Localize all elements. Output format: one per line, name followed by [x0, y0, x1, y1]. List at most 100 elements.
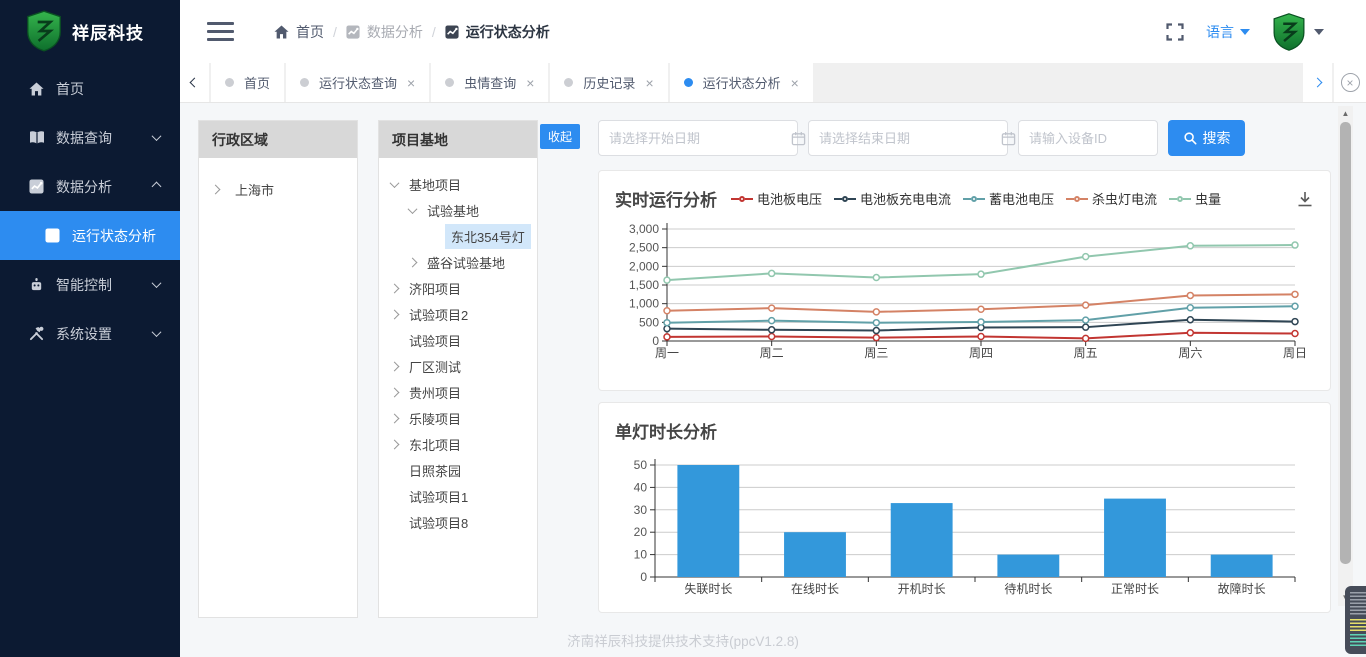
tree-node[interactable]: 盛谷试验基地: [379, 249, 537, 275]
tab-running-status-query[interactable]: 运行状态查询 ×: [286, 63, 429, 102]
user-avatar-dropdown[interactable]: [1272, 13, 1324, 51]
breadcrumb: 首页 / 数据分析 / 运行状态分析: [274, 22, 550, 42]
lamp-duration-bar-chart: 01020304050失联时长在线时长开机时长待机时长正常时长故障时长: [607, 453, 1330, 603]
sidebar-item-data-analysis[interactable]: 数据分析: [0, 162, 180, 211]
tree-node[interactable]: 东北项目: [379, 431, 537, 457]
main-content: 行政区域 上海市 项目基地 基地项目试验基地东北354号灯盛谷试验基地济阳项目试…: [180, 104, 1366, 657]
tree-node[interactable]: 厂区测试: [379, 353, 537, 379]
legend-item[interactable]: 蓄电池电压: [963, 189, 1054, 208]
language-dropdown[interactable]: 语言: [1206, 22, 1250, 42]
svg-text:开机时长: 开机时长: [898, 582, 946, 596]
robot-icon: [28, 276, 45, 293]
close-icon[interactable]: ×: [791, 76, 799, 90]
tree-node-label: 试验项目2: [409, 305, 468, 324]
start-date-input[interactable]: [598, 120, 798, 156]
chevron-down-icon: [152, 327, 162, 337]
breadcrumb-data-analysis[interactable]: 数据分析: [346, 22, 423, 42]
tab-home[interactable]: 首页: [211, 63, 284, 102]
legend-item[interactable]: 电池板电压: [731, 189, 822, 208]
tabs-scroll-left-button[interactable]: [180, 63, 209, 102]
caret-down-icon: [1240, 29, 1250, 35]
search-icon: [1183, 131, 1197, 145]
stripe-decoration: [1350, 634, 1366, 648]
sidebar-item-intelligent-control[interactable]: 智能控制: [0, 260, 180, 309]
tree-node-label: 上海市: [235, 180, 274, 199]
svg-text:周四: 周四: [969, 346, 993, 360]
top-header: 首页 / 数据分析 / 运行状态分析 语言: [180, 0, 1366, 63]
start-date-field[interactable]: [609, 131, 785, 146]
tab-history[interactable]: 历史记录 ×: [550, 63, 667, 102]
chevron-right-icon[interactable]: [409, 259, 423, 266]
brand-area[interactable]: 祥辰科技: [0, 0, 180, 62]
chevron-right-icon[interactable]: [391, 389, 405, 396]
search-button[interactable]: 搜索: [1168, 120, 1245, 156]
tree-node[interactable]: 乐陵项目: [379, 405, 537, 431]
hamburger-menu-icon[interactable]: [207, 22, 234, 41]
chevron-right-icon[interactable]: [391, 285, 405, 292]
end-date-field[interactable]: [819, 131, 995, 146]
tab-running-status-analysis[interactable]: 运行状态分析 ×: [670, 63, 813, 102]
close-icon[interactable]: ×: [526, 76, 534, 90]
calendar-icon: [1001, 131, 1016, 146]
tab-label: 历史记录: [583, 73, 635, 92]
sidebar-item-running-status-analysis[interactable]: 运行状态分析: [0, 211, 180, 260]
collapse-panel-button[interactable]: 收起: [540, 124, 580, 149]
tools-icon: [28, 325, 45, 342]
legend-label: 蓄电池电压: [989, 189, 1054, 208]
close-icon[interactable]: ×: [645, 76, 653, 90]
chevron-right-icon[interactable]: [391, 311, 405, 318]
chevron-right-icon[interactable]: [391, 441, 405, 448]
tree-node[interactable]: 东北354号灯: [379, 223, 537, 249]
tree-node[interactable]: 试验项目1: [379, 483, 537, 509]
chevron-down-icon[interactable]: [409, 207, 423, 214]
svg-text:50: 50: [634, 458, 648, 472]
chevron-right-icon[interactable]: [391, 363, 405, 370]
close-all-tabs-button[interactable]: ×: [1334, 63, 1366, 102]
chevron-right-icon[interactable]: [212, 186, 226, 193]
device-id-input[interactable]: [1018, 120, 1158, 156]
tabs: 首页 运行状态查询 × 虫情查询 × 历史记录 × 运行状态分析 ×: [211, 63, 1303, 102]
legend-item[interactable]: 电池板充电电流: [834, 189, 951, 208]
tabs-scroll-right-button[interactable]: [1303, 63, 1332, 102]
breadcrumb-home[interactable]: 首页: [274, 22, 324, 42]
tree-node-shanghai[interactable]: 上海市: [212, 180, 357, 199]
tree-node-label: 厂区测试: [409, 357, 461, 376]
lamp-duration-card: 单灯时长分析 01020304050失联时长在线时长开机时长待机时长正常时长故障…: [598, 402, 1331, 613]
end-date-input[interactable]: [808, 120, 1008, 156]
floating-console-button[interactable]: [1345, 586, 1366, 654]
page-tab-bar: 首页 运行状态查询 × 虫情查询 × 历史记录 × 运行状态分析 × ×: [180, 63, 1366, 103]
tab-dot-icon: [684, 78, 693, 87]
home-icon: [28, 80, 45, 97]
sidebar-item-data-query[interactable]: 数据查询: [0, 113, 180, 162]
sidebar-item-home[interactable]: 首页: [0, 64, 180, 113]
legend-marker-icon: [1066, 196, 1088, 202]
chevron-right-icon[interactable]: [391, 415, 405, 422]
sidebar-menu: 首页 数据查询 数据分析 运行状态分析 智能控制 系统设置: [0, 64, 180, 358]
tree-node[interactable]: 济阳项目: [379, 275, 537, 301]
tree-node[interactable]: 试验项目2: [379, 301, 537, 327]
tree-node[interactable]: 试验项目8: [379, 509, 537, 535]
scrollbar-thumb[interactable]: [1340, 122, 1351, 564]
tab-insect-query[interactable]: 虫情查询 ×: [431, 63, 548, 102]
tree-node[interactable]: 日照茶园: [379, 457, 537, 483]
legend-item[interactable]: 虫量: [1169, 189, 1221, 208]
tree-node[interactable]: 试验基地: [379, 197, 537, 223]
svg-text:故障时长: 故障时长: [1218, 581, 1266, 596]
sidebar-item-system-settings[interactable]: 系统设置: [0, 309, 180, 358]
sidebar: 祥辰科技 首页 数据查询 数据分析 运行状态分析 智能控制 系统设置: [0, 0, 180, 657]
home-icon: [274, 25, 289, 39]
fullscreen-icon[interactable]: [1166, 23, 1184, 41]
download-icon[interactable]: [1296, 190, 1314, 208]
tree-node[interactable]: 贵州项目: [379, 379, 537, 405]
legend-item[interactable]: 杀虫灯电流: [1066, 189, 1157, 208]
tree-node[interactable]: 试验项目: [379, 327, 537, 353]
tree-node[interactable]: 基地项目: [379, 171, 537, 197]
scroll-up-arrow[interactable]: ▲: [1338, 106, 1353, 120]
tree-node-label: 贵州项目: [409, 383, 461, 402]
tab-dot-icon: [445, 78, 454, 87]
vertical-scrollbar[interactable]: ▲ ▼: [1338, 106, 1353, 606]
chevron-down-icon[interactable]: [391, 181, 405, 188]
calendar-icon: [791, 131, 806, 146]
tab-label: 首页: [244, 73, 270, 92]
close-icon[interactable]: ×: [407, 76, 415, 90]
